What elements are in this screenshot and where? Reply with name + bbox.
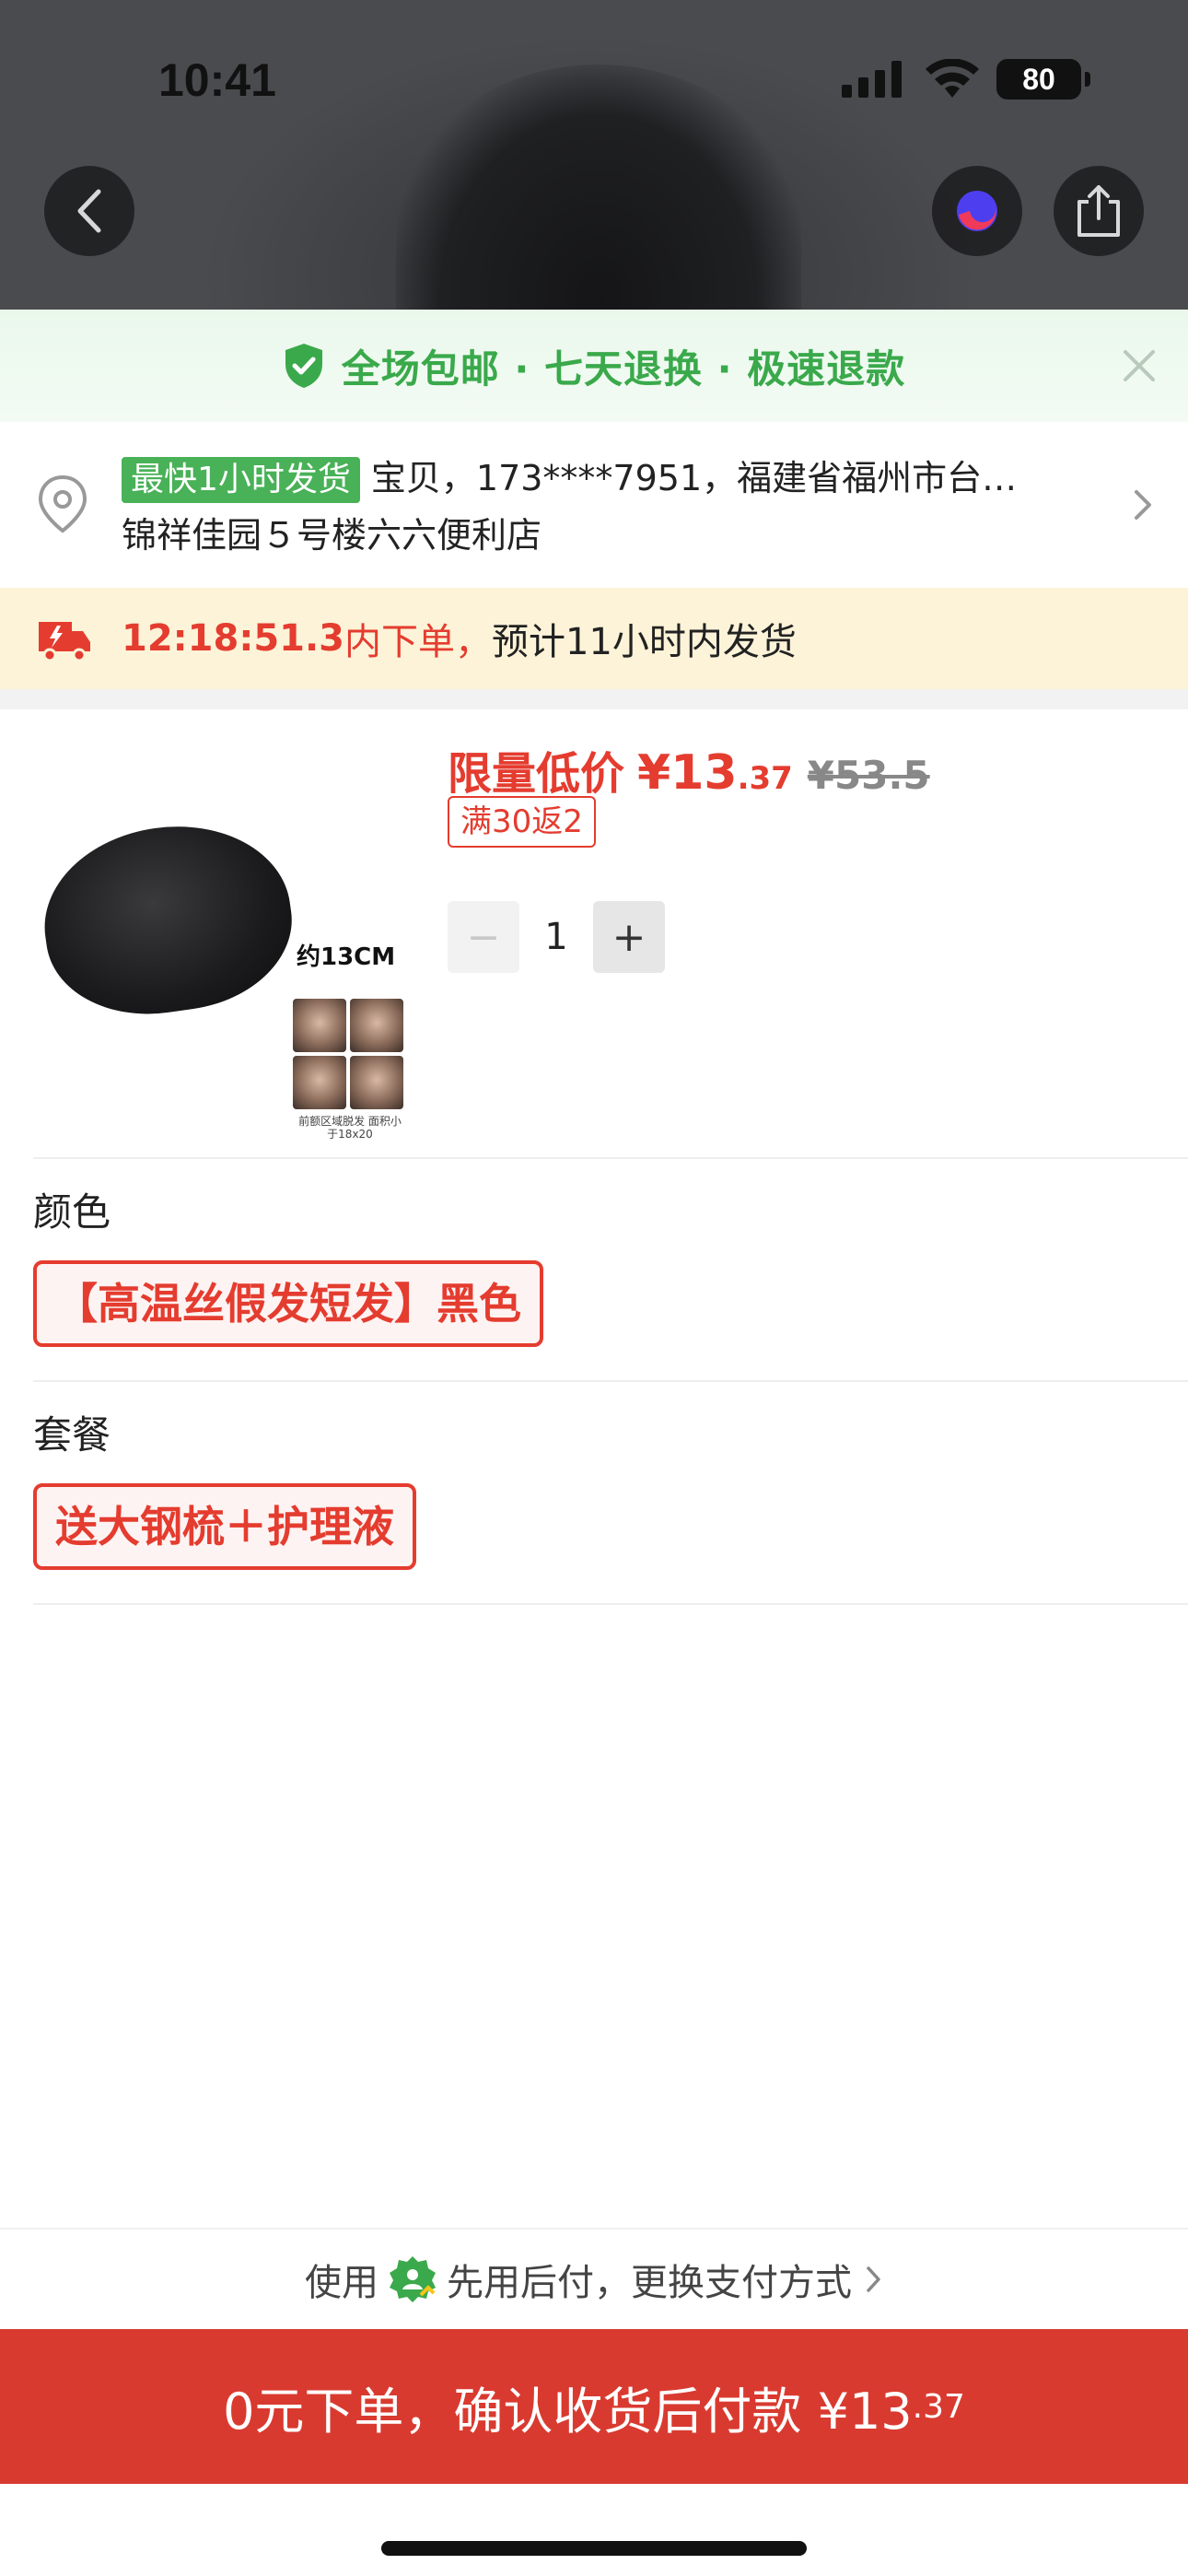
home-indicator[interactable]	[381, 2541, 807, 2556]
order-label: 内下单，	[344, 621, 493, 663]
divider	[33, 1157, 1188, 1159]
shield-check-icon	[285, 344, 322, 388]
price-decimal: .37	[737, 760, 793, 797]
share-icon	[1077, 185, 1120, 237]
hairloss-photo	[293, 1056, 346, 1109]
product-summary: 约13CM 前额区域脱发 面积小于18x20 限量低价 ¥13.37 ¥53.5 满…	[0, 709, 1188, 1157]
payment-prefix: 使用	[305, 2262, 379, 2304]
swirl-logo-icon	[957, 191, 997, 231]
price-main: ¥13	[637, 745, 738, 801]
cellular-signal-icon	[842, 61, 903, 98]
status-bar: 10:41 80	[0, 0, 1188, 157]
hairloss-photo-grid	[293, 999, 403, 1109]
coupon-badge: 满30返2	[448, 796, 596, 848]
shipping-estimate: 预计11小时内发货	[492, 621, 797, 663]
share-button[interactable]	[1054, 166, 1144, 256]
address-line-2: 锦祥佳园５号楼六六便利店	[122, 515, 542, 556]
fast-shipping-tag: 最快1小时发货	[122, 457, 360, 503]
hairloss-photo	[350, 999, 403, 1052]
quantity-value[interactable]: 1	[519, 916, 593, 958]
color-section-title: 颜色	[33, 1189, 111, 1235]
sku-sheet: 全场包邮 · 七天退换 · 极速退款 最快1小时发货 宝贝，173****7951…	[0, 310, 1188, 2576]
address-line-1: 最快1小时发货 宝贝，173****7951，福建省福州市台…	[122, 453, 1098, 503]
package-option-selected[interactable]: 送大钢梳＋护理液	[33, 1483, 416, 1570]
promo-banner: 全场包邮 · 七天退换 · 极速退款	[0, 310, 1188, 422]
package-section-title: 套餐	[33, 1412, 111, 1458]
delivery-estimate: 12:18:51.3 内下单， 预计11小时内发货	[0, 588, 1188, 689]
hairloss-photo	[350, 1056, 403, 1109]
price-row: 限量低价 ¥13.37 ¥53.5	[448, 737, 930, 802]
color-option-selected[interactable]: 【高温丝假发短发】黑色	[33, 1260, 543, 1347]
increase-quantity-button[interactable]: +	[593, 901, 665, 973]
promo-text: 全场包邮 · 七天退换 · 极速退款	[341, 345, 906, 392]
payment-method-text: 先用后付，更换支付方式	[447, 2262, 852, 2304]
divider	[33, 1380, 1188, 1382]
product-thumbnail[interactable]: 约13CM 前额区域脱发 面积小于18x20	[32, 735, 413, 1141]
chevron-right-icon	[867, 2266, 880, 2292]
fast-truck-icon	[39, 622, 90, 662]
section-gap	[0, 689, 1188, 709]
order-countdown: 12:18:51.3	[122, 617, 345, 660]
location-pin-icon	[38, 474, 87, 533]
chevron-right-icon	[1135, 490, 1151, 520]
image-caption: 前额区域脱发 面积小于18x20	[298, 1115, 402, 1141]
shipping-address[interactable]: 最快1小时发货 宝贝，173****7951，福建省福州市台… 锦祥佳园５号楼六六…	[0, 422, 1188, 588]
hairloss-photo	[293, 999, 346, 1052]
quantity-stepper: − 1 +	[448, 901, 665, 973]
wifi-icon	[926, 59, 979, 98]
decrease-quantity-button[interactable]: −	[448, 901, 519, 973]
battery-icon: 80	[996, 59, 1081, 100]
close-icon[interactable]	[1116, 343, 1162, 389]
cta-label: 0元下单，确认收货后付款 ¥13	[223, 2382, 913, 2441]
pay-later-badge-icon	[390, 2256, 436, 2302]
place-order-button[interactable]: 0元下单，确认收货后付款 ¥13.37	[0, 2329, 1188, 2484]
wig-photo	[32, 811, 303, 1028]
address-recipient: 宝贝，173****7951，福建省福州市台…	[370, 458, 1018, 498]
back-button[interactable]	[44, 166, 134, 256]
divider	[33, 1603, 1188, 1605]
assistant-button[interactable]	[932, 166, 1022, 256]
status-time: 10:41	[158, 54, 276, 106]
image-size-label: 约13CM	[297, 943, 396, 971]
original-price: ¥53.5	[807, 753, 930, 798]
price-label: 限量低价	[448, 748, 625, 800]
battery-cap	[1085, 72, 1090, 87]
payment-method-switch[interactable]: 使用 先用后付，更换支付方式	[0, 2228, 1188, 2329]
chevron-left-icon	[77, 189, 101, 233]
cta-price-decimal: .37	[912, 2387, 965, 2426]
